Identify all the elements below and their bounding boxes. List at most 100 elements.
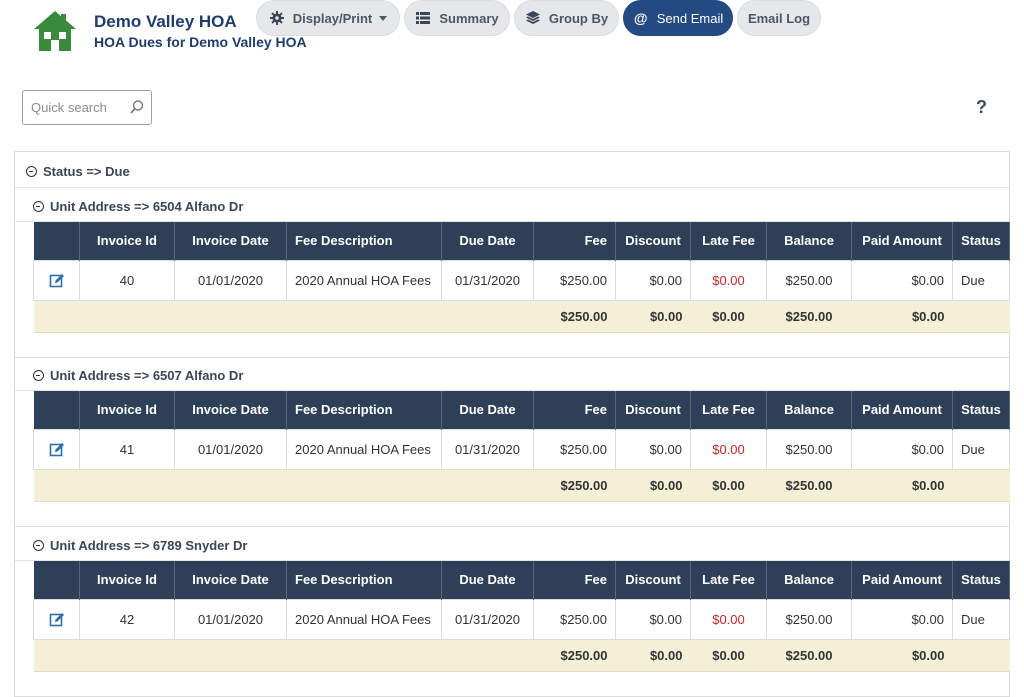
cell-status: Due [952,598,1010,640]
email-log-button[interactable]: Email Log [737,0,821,36]
search-icon[interactable] [129,99,145,115]
summary-label: Summary [439,10,499,26]
summary-button[interactable]: Summary [404,0,510,36]
at-sign-icon: @ [633,10,648,26]
cell-invoice-id: 40 [79,259,175,301]
column-header-discount[interactable]: Discount [615,222,691,260]
total-balance: $250.00 [766,468,852,502]
column-header-balance[interactable]: Balance [766,561,852,599]
column-header-paid-amount[interactable]: Paid Amount [851,391,953,429]
group-by-button[interactable]: Group By [514,0,619,36]
unit-address-group-header[interactable]: Unit Address => 6504 Alfano Dr [15,188,1009,222]
table-row[interactable]: 41 01/01/2020 2020 Annual HOA Fees 01/31/20… [33,428,1010,470]
cell-invoice-date: 01/01/2020 [174,598,287,640]
edit-icon[interactable] [49,272,65,288]
quick-search-box[interactable] [22,90,152,125]
column-header-fee-description[interactable]: Fee Description [286,222,442,260]
cell-balance: $250.00 [766,598,852,640]
email-log-label: Email Log [747,10,811,26]
cell-fee: $250.00 [533,598,616,640]
column-header-due-date[interactable]: Due Date [441,222,534,260]
edit-cell[interactable] [33,259,80,301]
column-header-balance[interactable]: Balance [766,391,852,429]
column-header-fee[interactable]: Fee [533,222,616,260]
org-name: Demo Valley HOA [94,12,237,31]
status-group-row[interactable]: Status => Due [15,152,1009,188]
column-header-fee[interactable]: Fee [533,561,616,599]
gear-icon [269,10,285,26]
total-discount: $0.00 [615,638,691,672]
edit-cell[interactable] [33,598,80,640]
totals-spacer [33,299,534,333]
edit-icon[interactable] [49,611,65,627]
status-group-label[interactable]: Status => Due [26,164,130,179]
column-header-fee-description[interactable]: Fee Description [286,391,442,429]
total-balance: $250.00 [766,299,852,333]
display-print-label: Display/Print [292,10,373,26]
column-header-discount[interactable]: Discount [615,391,691,429]
column-header-invoice-date[interactable]: Invoice Date [174,391,287,429]
totals-status-spacer [952,468,1010,502]
column-header-balance[interactable]: Balance [766,222,852,260]
collapse-icon[interactable] [33,370,44,381]
column-header-paid-amount[interactable]: Paid Amount [851,561,953,599]
cell-due-date: 01/31/2020 [441,428,534,470]
collapse-icon[interactable] [26,166,37,177]
column-header-late-fee[interactable]: Late Fee [690,561,767,599]
unit-address-group-label[interactable]: Unit Address => 6504 Alfano Dr [33,199,243,214]
collapse-icon[interactable] [33,540,44,551]
column-header-invoice-date[interactable]: Invoice Date [174,222,287,260]
column-header-fee-description[interactable]: Fee Description [286,561,442,599]
invoice-table: Invoice Id Invoice Date Fee Description Due… [33,561,1010,672]
total-discount: $0.00 [615,299,691,333]
group-totals-row: $250.00 $0.00 $0.00 $250.00 $0.00 [33,468,1010,502]
cell-late-fee: $0.00 [690,259,767,301]
send-email-button[interactable]: @ Send Email [623,0,733,36]
unit-address-group-label[interactable]: Unit Address => 6507 Alfano Dr [33,368,243,383]
column-header-fee[interactable]: Fee [533,391,616,429]
column-header-status[interactable]: Status [952,561,1010,599]
column-header-due-date[interactable]: Due Date [441,391,534,429]
cell-fee: $250.00 [533,259,616,301]
list-icon [415,10,431,26]
column-header-status[interactable]: Status [952,391,1010,429]
unit-address-group: Unit Address => 6504 Alfano Dr Invoice Id… [15,188,1010,358]
column-header-due-date[interactable]: Due Date [441,561,534,599]
column-header-invoice-id[interactable]: Invoice Id [79,561,175,599]
action-column-header [33,561,80,599]
totals-status-spacer [952,638,1010,672]
unit-address-group-label[interactable]: Unit Address => 6789 Snyder Dr [33,538,248,553]
column-header-paid-amount[interactable]: Paid Amount [851,222,953,260]
total-late-fee: $0.00 [690,468,767,502]
column-header-late-fee[interactable]: Late Fee [690,222,767,260]
collapse-icon[interactable] [33,201,44,212]
chevron-down-icon [379,15,388,21]
unit-address-group-header[interactable]: Unit Address => 6789 Snyder Dr [15,527,1009,561]
search-input[interactable] [23,91,127,124]
column-header-discount[interactable]: Discount [615,561,691,599]
group-totals-row: $250.00 $0.00 $0.00 $250.00 $0.00 [33,638,1010,672]
column-header-late-fee[interactable]: Late Fee [690,391,767,429]
edit-icon[interactable] [49,441,65,457]
column-header-invoice-date[interactable]: Invoice Date [174,561,287,599]
table-row[interactable]: 42 01/01/2020 2020 Annual HOA Fees 01/31/20… [33,598,1010,640]
table-row[interactable]: 40 01/01/2020 2020 Annual HOA Fees 01/31/20… [33,259,1010,301]
column-header-invoice-id[interactable]: Invoice Id [79,391,175,429]
cell-discount: $0.00 [615,259,691,301]
edit-cell[interactable] [33,428,80,470]
total-paid-amount: $0.00 [851,299,953,333]
group-by-label: Group By [548,10,609,26]
group-totals-row: $250.00 $0.00 $0.00 $250.00 $0.00 [33,299,1010,333]
cell-paid-amount: $0.00 [851,259,953,301]
invoice-table: Invoice Id Invoice Date Fee Description Due… [33,391,1010,502]
cell-invoice-id: 41 [79,428,175,470]
unit-address-group-header[interactable]: Unit Address => 6507 Alfano Dr [15,357,1009,391]
cell-invoice-date: 01/01/2020 [174,428,287,470]
help-button[interactable]: ? [976,97,987,118]
total-discount: $0.00 [615,468,691,502]
column-header-invoice-id[interactable]: Invoice Id [79,222,175,260]
display-print-button[interactable]: Display/Print [256,0,400,36]
action-column-header [33,391,80,429]
column-header-status[interactable]: Status [952,222,1010,260]
cell-balance: $250.00 [766,259,852,301]
